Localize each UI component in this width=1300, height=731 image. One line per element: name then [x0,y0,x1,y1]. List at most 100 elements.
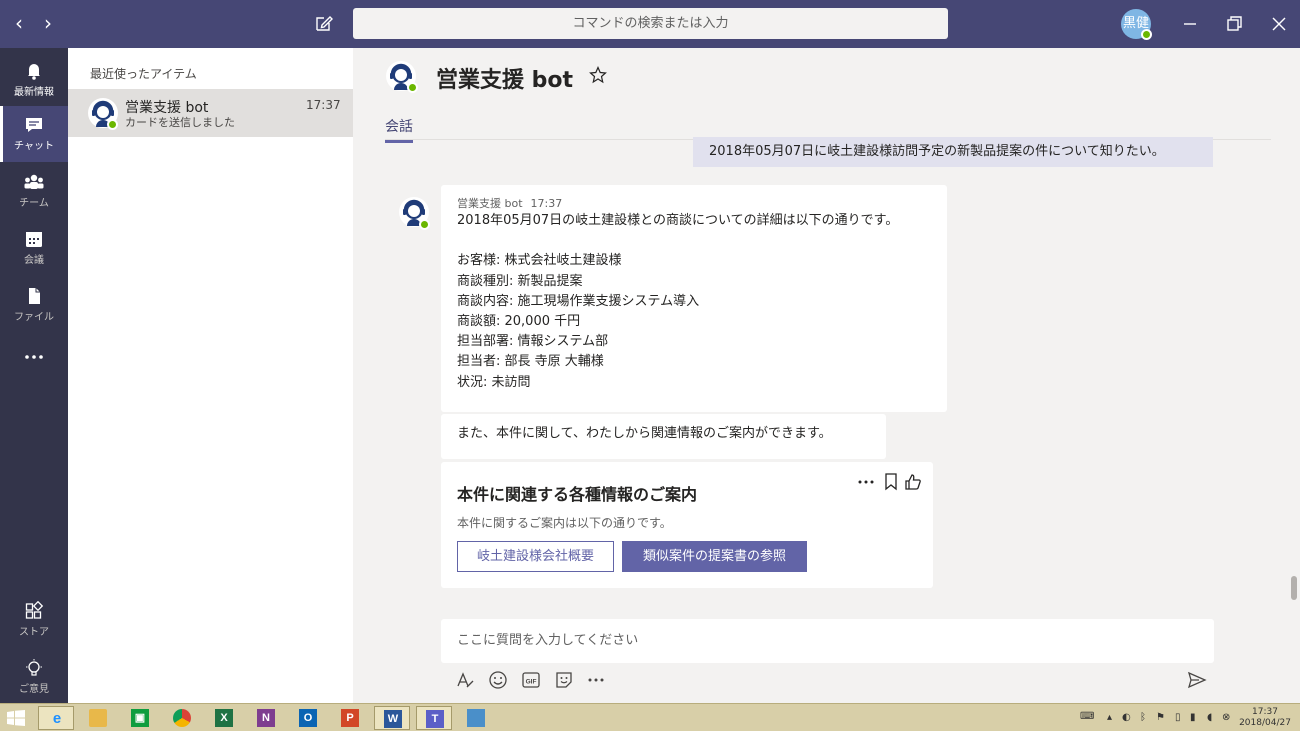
taskbar-outlook[interactable]: O [290,706,326,730]
message-line: お客様: 株式会社岐土建設様 [457,253,622,269]
onenote-icon: N [257,709,275,727]
volume-icon[interactable]: ◖ [1207,712,1212,723]
message-line: 2018年05月07日の岐土建設様との商談についての詳細は以下の通りです。 [457,213,899,228]
calendar-icon [26,232,42,247]
more-icon [25,355,43,359]
message-compose-input[interactable]: ここに質問を入力してください [441,619,1214,663]
back-arrow-icon[interactable]: ‹ [8,12,30,34]
rail-item-files[interactable]: ファイル [0,277,68,333]
rail-item-store[interactable]: ストア [0,592,68,648]
rail-label: ご意見 [19,684,49,695]
keyboard-icon[interactable]: ⌨ [1080,711,1094,722]
store-icon: ▣ [131,709,149,727]
gif-icon[interactable]: GIF [521,670,541,690]
rail-item-feedback[interactable]: ご意見 [0,649,68,705]
presence-available-icon [407,82,418,93]
rail-label: ファイル [14,312,54,323]
teams-icon: T [426,710,444,728]
chat-list-item[interactable]: 営業支援 bot カードを送信しました 17:37 [68,89,353,137]
like-icon[interactable] [904,472,922,492]
company-overview-button[interactable]: 岐土建設様会社概要 [457,541,614,572]
tray-app-icon[interactable]: ◐ [1122,712,1131,723]
scrollbar-thumb[interactable] [1291,576,1297,600]
taskbar-remote-desktop[interactable] [458,706,494,730]
restore-icon[interactable] [1222,12,1246,36]
chat-preview: カードを送信しました [125,116,235,129]
rail-label: チーム [19,198,49,209]
message-line: 担当部署: 情報システム部 [457,334,609,350]
chat-icon [26,118,42,132]
explorer-icon [89,709,107,727]
conversation-title: 営業支援 bot [436,68,574,93]
taskbar-explorer[interactable] [80,706,116,730]
card-title: 本件に関連する各種情報のご案内 [457,485,698,504]
command-search-input[interactable]: コマンドの検索または入力 [353,8,948,39]
taskbar-powerpoint[interactable]: P [332,706,368,730]
taskbar-store[interactable]: ▣ [122,706,158,730]
bot-message-followup: また、本件に関して、わたしから関連情報のご案内ができます。 [441,414,886,459]
conversation-pane: 営業支援 bot 会話 2018年05月07日に岐土建設様訪問予定の新製品提案の… [353,48,1300,703]
my-message: 2018年05月07日に岐土建設様訪問予定の新製品提案の件について知りたい。 [693,137,1213,167]
message-line: 商談内容: 施工現場作業支援システム導入 [457,293,700,309]
chat-time: 17:37 [306,98,341,112]
format-icon[interactable] [455,670,475,690]
chrome-icon [173,709,191,727]
more-options-icon[interactable] [856,472,876,492]
taskbar-ie[interactable]: e [38,706,74,730]
presence-available-icon [107,119,118,130]
svg-text:GIF: GIF [526,679,537,686]
rail-item-meetings[interactable]: 会議 [0,220,68,276]
bot-message: 営業支援 bot 17:37 2018年05月07日の岐土建設様との商談についての… [441,185,947,412]
outlook-icon: O [299,709,317,727]
taskbar-teams[interactable]: T [416,706,452,730]
close-icon[interactable] [1267,12,1291,36]
notification-icon[interactable]: ⊗ [1222,712,1230,723]
rail-item-more[interactable] [0,338,68,378]
more-options-icon[interactable] [586,670,606,690]
adaptive-card: 本件に関連する各種情報のご案内 本件に関するご案内は以下の通りです。 岐土建設様… [441,462,933,588]
bluetooth-icon[interactable]: ᛒ [1140,712,1146,723]
similar-proposals-button[interactable]: 類似案件の提案書の参照 [622,541,807,572]
rail-item-chat[interactable]: チャット [0,106,68,162]
network-icon[interactable]: ▮ [1190,712,1196,723]
user-avatar[interactable]: 黒健 [1121,9,1152,40]
bell-icon [28,64,40,80]
taskbar-word[interactable]: W [374,706,410,730]
compose-icon[interactable] [314,13,334,33]
tray-expand-icon[interactable]: ▴ [1107,712,1112,723]
presence-available-icon [419,219,430,230]
word-icon: W [384,710,402,728]
file-icon [29,288,40,304]
forward-arrow-icon[interactable]: › [37,12,59,34]
minimize-icon[interactable] [1178,12,1202,36]
bookmark-icon[interactable] [883,472,899,492]
recent-items-header: 最近使ったアイテム [90,67,197,81]
rail-item-teams[interactable]: チーム [0,163,68,219]
rail-item-activity[interactable]: 最新情報 [0,52,68,108]
rail-label: チャット [14,141,54,152]
powerpoint-icon: P [341,709,359,727]
app-rail: 最新情報 チャット チーム 会議 ファイル ストア ご意見 [0,48,68,703]
store-icon [25,601,44,619]
clock-time: 17:37 [1252,707,1278,717]
sticker-icon[interactable] [554,670,574,690]
windows-start-icon[interactable] [7,710,25,726]
favorite-star-icon[interactable] [589,66,607,84]
message-sender: 営業支援 bot [457,197,523,210]
taskbar-onenote[interactable]: N [248,706,284,730]
windows-taskbar: e ▣ X N O P W T ⌨ ▴ ◐ ᛒ ⚑ ▯ ▮ ◖ ⊗ 17:37 … [0,703,1300,731]
remote-desktop-icon [467,709,485,727]
emoji-icon[interactable] [488,670,508,690]
flag-icon[interactable]: ⚑ [1156,712,1165,723]
card-subtitle: 本件に関するご案内は以下の通りです。 [457,516,672,530]
taskbar-excel[interactable]: X [206,706,242,730]
message-time: 17:37 [530,197,563,210]
taskbar-chrome[interactable] [164,706,200,730]
taskbar-clock[interactable]: 17:37 2018/04/27 [1236,707,1294,729]
message-line: 状況: 未訪問 [457,374,531,390]
clock-date: 2018/04/27 [1239,718,1291,728]
send-icon[interactable] [1187,670,1207,690]
battery-icon[interactable]: ▯ [1175,712,1181,723]
teams-icon [24,174,44,189]
excel-icon: X [215,709,233,727]
